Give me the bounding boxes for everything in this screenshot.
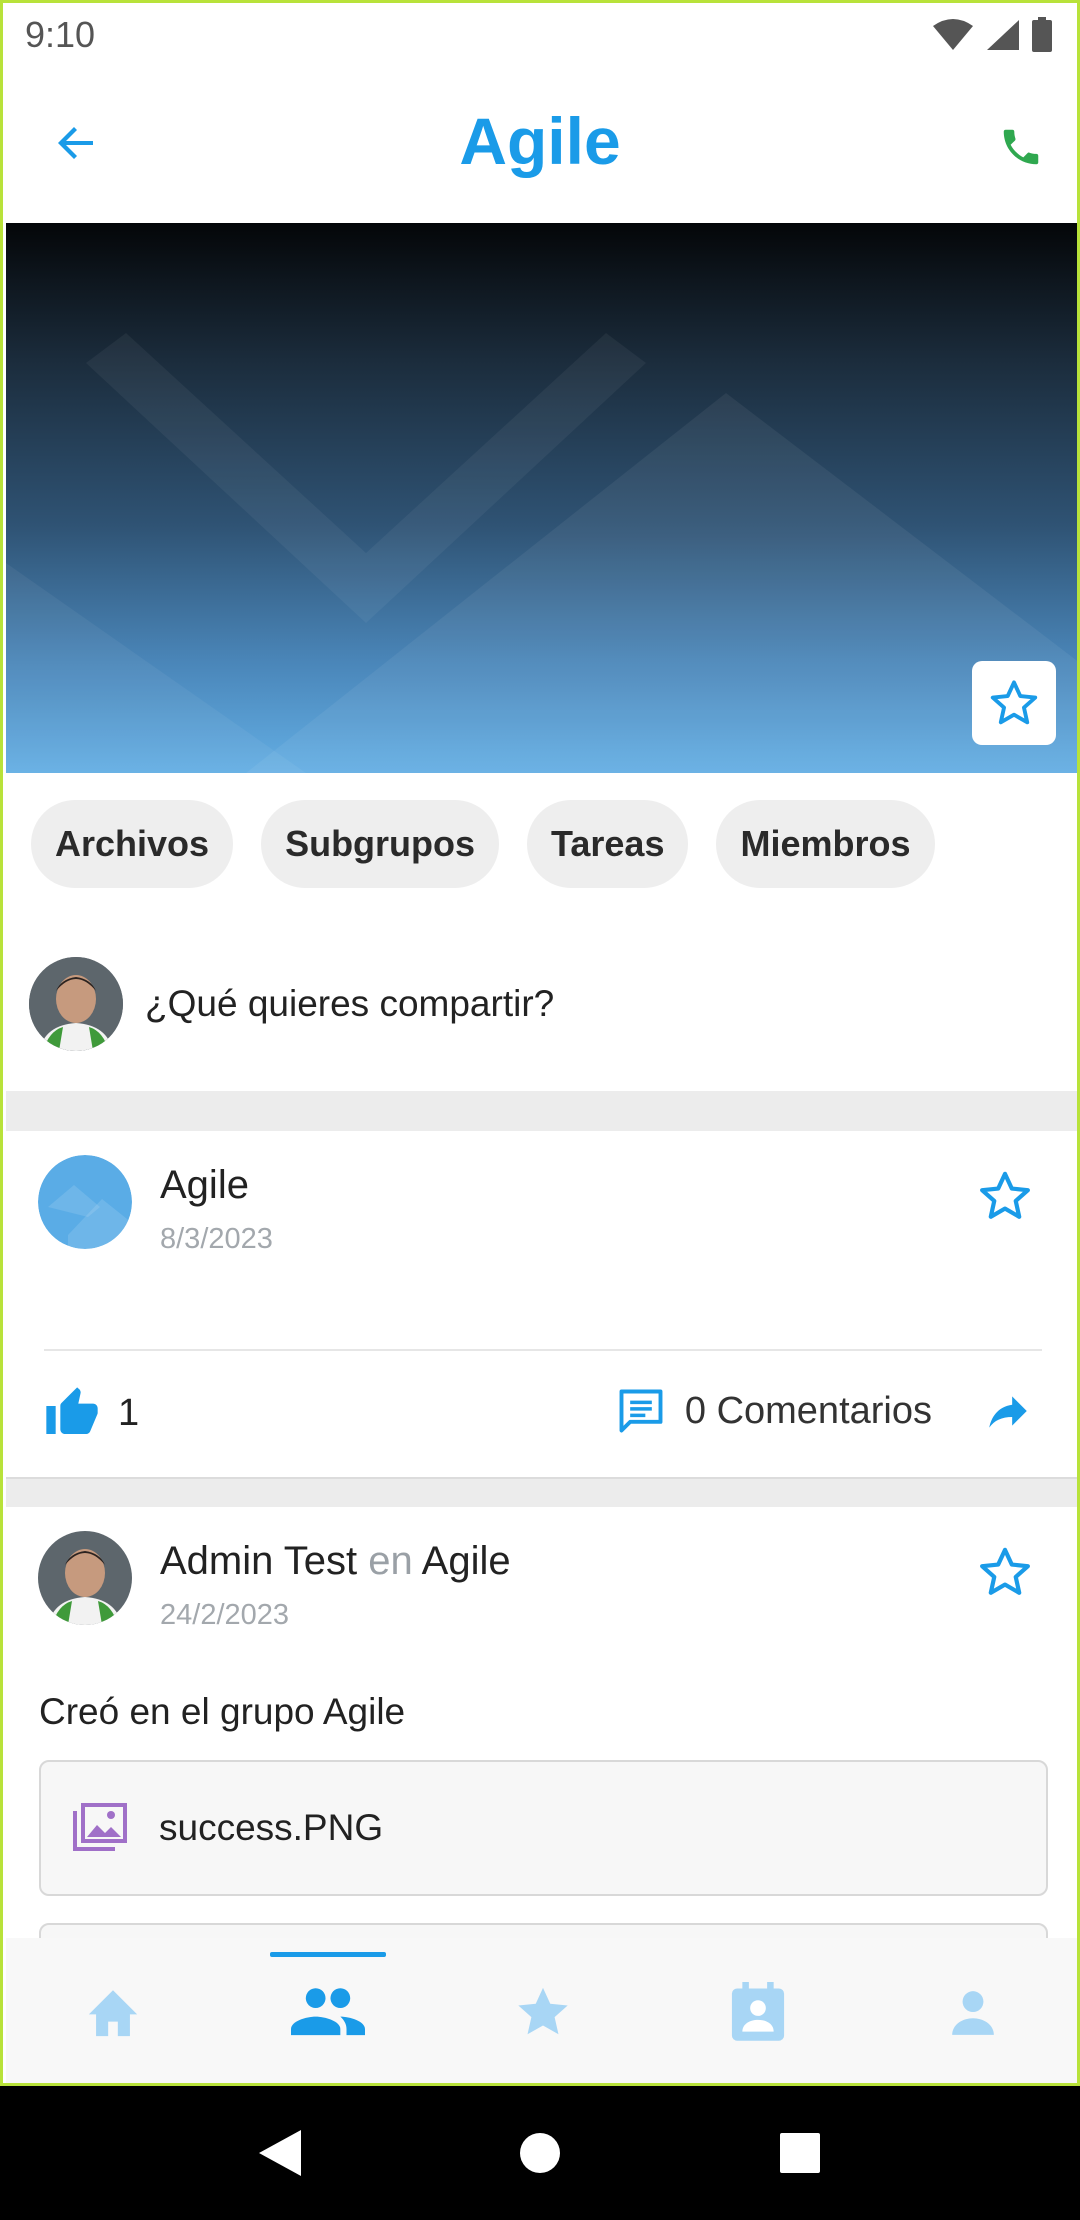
composer[interactable]: ¿Qué quieres compartir? bbox=[29, 957, 1077, 1051]
favorites-icon bbox=[518, 1987, 568, 2035]
favorite-button[interactable] bbox=[974, 1541, 1036, 1603]
signal-icon bbox=[987, 20, 1019, 50]
attachment-item[interactable]: success.PNG bbox=[39, 1760, 1048, 1896]
nav-directory[interactable] bbox=[698, 1938, 818, 2083]
chip-subgrupos[interactable]: Subgrupos bbox=[261, 800, 500, 888]
star-outline-icon bbox=[980, 1547, 1030, 1595]
comments-count: 0 Comentarios bbox=[684, 1389, 932, 1432]
banner-pattern bbox=[6, 333, 1077, 773]
user-avatar bbox=[29, 957, 123, 1051]
post-date: 8/3/2023 bbox=[160, 1223, 273, 1255]
post-author[interactable]: Admin Test bbox=[160, 1539, 357, 1583]
status-bar: 9:10 bbox=[3, 3, 1077, 67]
group-sections: Archivos Subgrupos Tareas Miembros bbox=[31, 800, 935, 888]
thumbs-up-icon bbox=[46, 1387, 98, 1434]
nav-favorites[interactable] bbox=[483, 1938, 603, 2083]
nav-home[interactable] bbox=[53, 1938, 173, 2083]
bottom-navigation bbox=[6, 1938, 1077, 2083]
banner-favorite-button[interactable] bbox=[972, 661, 1056, 745]
post-connector: en bbox=[368, 1539, 413, 1583]
post-group[interactable]: Agile bbox=[422, 1539, 511, 1583]
post-card: Admin Test en Agile 24/2/2023 Creó en el… bbox=[6, 1507, 1077, 2059]
attachment-name: success.PNG bbox=[159, 1807, 384, 1848]
nav-groups[interactable] bbox=[268, 1938, 388, 2083]
author-avatar bbox=[38, 1531, 132, 1625]
share-button[interactable] bbox=[978, 1381, 1038, 1441]
chip-archivos[interactable]: Archivos bbox=[31, 800, 234, 888]
battery-icon bbox=[1032, 17, 1052, 52]
post-author[interactable]: Agile bbox=[160, 1163, 249, 1208]
post-divider bbox=[44, 1349, 1042, 1351]
system-navigation-bar bbox=[0, 2086, 1080, 2220]
chip-miembros[interactable]: Miembros bbox=[716, 800, 935, 888]
favorite-button[interactable] bbox=[974, 1165, 1036, 1227]
share-arrow-icon bbox=[989, 1396, 1027, 1428]
home-circle-icon bbox=[520, 2133, 560, 2173]
star-outline-icon bbox=[990, 680, 1038, 725]
groups-icon bbox=[291, 1988, 366, 2036]
system-back-button[interactable] bbox=[240, 2113, 320, 2193]
chip-tareas[interactable]: Tareas bbox=[527, 800, 689, 888]
group-avatar bbox=[38, 1155, 132, 1249]
post-date: 24/2/2023 bbox=[160, 1599, 290, 1631]
page-title: Agile bbox=[459, 104, 621, 178]
post-body: Creó en el grupo Agile bbox=[39, 1691, 406, 1732]
like-count: 1 bbox=[118, 1391, 140, 1434]
status-time: 9:10 bbox=[25, 14, 96, 55]
comments-button[interactable]: 0 Comentarios bbox=[615, 1385, 932, 1437]
profile-icon bbox=[951, 1991, 994, 2035]
like-button[interactable]: 1 bbox=[44, 1385, 139, 1441]
star-outline-icon bbox=[980, 1171, 1030, 1219]
image-file-icon bbox=[73, 1803, 127, 1851]
app-screen: 9:10 Agile Archivos Subgrupos Tareas Mie… bbox=[0, 0, 1080, 2086]
wifi-icon bbox=[933, 19, 973, 50]
post-card: Agile 8/3/2023 1 0 Comentarios bbox=[6, 1131, 1077, 1477]
call-button[interactable] bbox=[991, 117, 1051, 177]
back-triangle-icon bbox=[259, 2130, 301, 2176]
phone-icon bbox=[1003, 129, 1039, 165]
home-icon bbox=[89, 1990, 138, 2037]
system-recents-button[interactable] bbox=[760, 2113, 840, 2193]
system-home-button[interactable] bbox=[500, 2113, 580, 2193]
nav-profile[interactable] bbox=[913, 1938, 1033, 2083]
comment-icon bbox=[619, 1389, 663, 1433]
recents-square-icon bbox=[780, 2133, 820, 2173]
feed-separator bbox=[6, 1477, 1077, 1507]
post-author-line: Admin Test en Agile bbox=[160, 1539, 511, 1584]
calendar-badge-icon bbox=[731, 1982, 784, 2041]
status-icons bbox=[931, 17, 1053, 53]
app-header: Agile bbox=[3, 67, 1077, 223]
feed-separator bbox=[6, 1091, 1077, 1131]
group-banner bbox=[6, 223, 1077, 773]
composer-prompt: ¿Qué quieres compartir? bbox=[145, 983, 555, 1024]
